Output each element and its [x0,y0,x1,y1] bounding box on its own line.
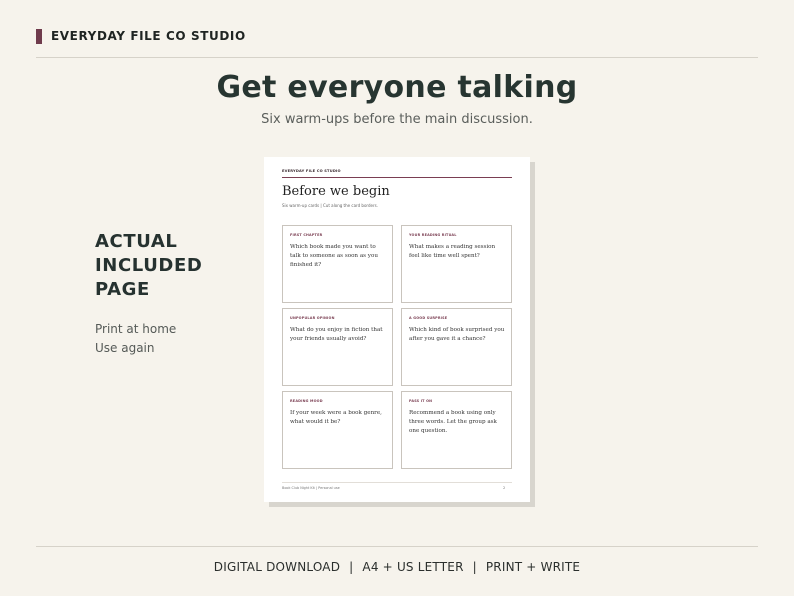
side-title-line: ACTUAL [95,231,178,252]
side-feature-item: Print at home [95,322,177,336]
card-label: YOUR READING RITUAL [409,233,457,237]
card-question: Which kind of book surprised you after y… [409,327,505,342]
page-subtitle: Six warm-ups before the main discussion. [261,112,533,127]
product-specs: DIGITAL DOWNLOAD | A4 + US LETTER | PRINT + … [0,560,794,574]
side-title-line: INCLUDED [95,255,203,276]
side-feature-list: Print at home Use again [95,320,176,357]
document-preview: EVERYDAY FILE CO STUDIO Before we begin … [264,157,530,502]
page-title: Get everyone talking [216,70,578,105]
warmup-card: READING MOOD If your week were a book ge… [282,391,393,469]
card-label: A GOOD SURPRISE [409,316,448,320]
card-question: Recommend a book using only three words.… [409,410,497,434]
header-divider [36,57,758,58]
card-question: What do you enjoy in fiction that your f… [290,327,383,342]
spec-sizes: A4 + US LETTER [362,560,464,574]
brand-name: EVERYDAY FILE CO STUDIO [51,29,246,43]
card-label: FIRST CHAPTER [290,233,323,237]
side-title-line: PAGE [95,279,150,300]
document-title: Before we begin [282,184,390,199]
footer-divider [36,546,758,547]
document-footer-rule [282,482,512,483]
card-label: READING MOOD [290,399,323,403]
document-page-number: 2 [503,486,506,490]
spec-usage: PRINT + WRITE [485,560,581,574]
spec-separator: | [349,560,354,574]
spec-separator: | [472,560,477,574]
side-title: ACTUAL INCLUDED PAGE [95,230,202,302]
spec-format: DIGITAL DOWNLOAD [213,560,341,574]
document-brand: EVERYDAY FILE CO STUDIO [282,169,341,173]
card-label: PASS IT ON [409,399,433,403]
card-question: What makes a reading session feel like t… [409,244,496,259]
card-question: Which book made you want to talk to some… [290,244,378,268]
document-footer-text: Book Club Night Kit | Personal use [282,486,340,490]
warmup-card: UNPOPULAR OPINION What do you enjoy in f… [282,308,393,386]
warmup-card: FIRST CHAPTER Which book made you want t… [282,225,393,303]
warmup-card: YOUR READING RITUAL What makes a reading… [401,225,512,303]
document-subtitle: Six warm-up cards | Cut along the card b… [282,203,378,208]
card-label: UNPOPULAR OPINION [290,316,335,320]
warmup-card: A GOOD SURPRISE Which kind of book surpr… [401,308,512,386]
card-question: If your week were a book genre, what wou… [290,410,382,425]
side-feature-item: Use again [95,340,155,355]
brand-accent-bar [36,29,42,44]
document-header-rule [282,177,512,178]
warmup-card: PASS IT ON Recommend a book using only t… [401,391,512,469]
